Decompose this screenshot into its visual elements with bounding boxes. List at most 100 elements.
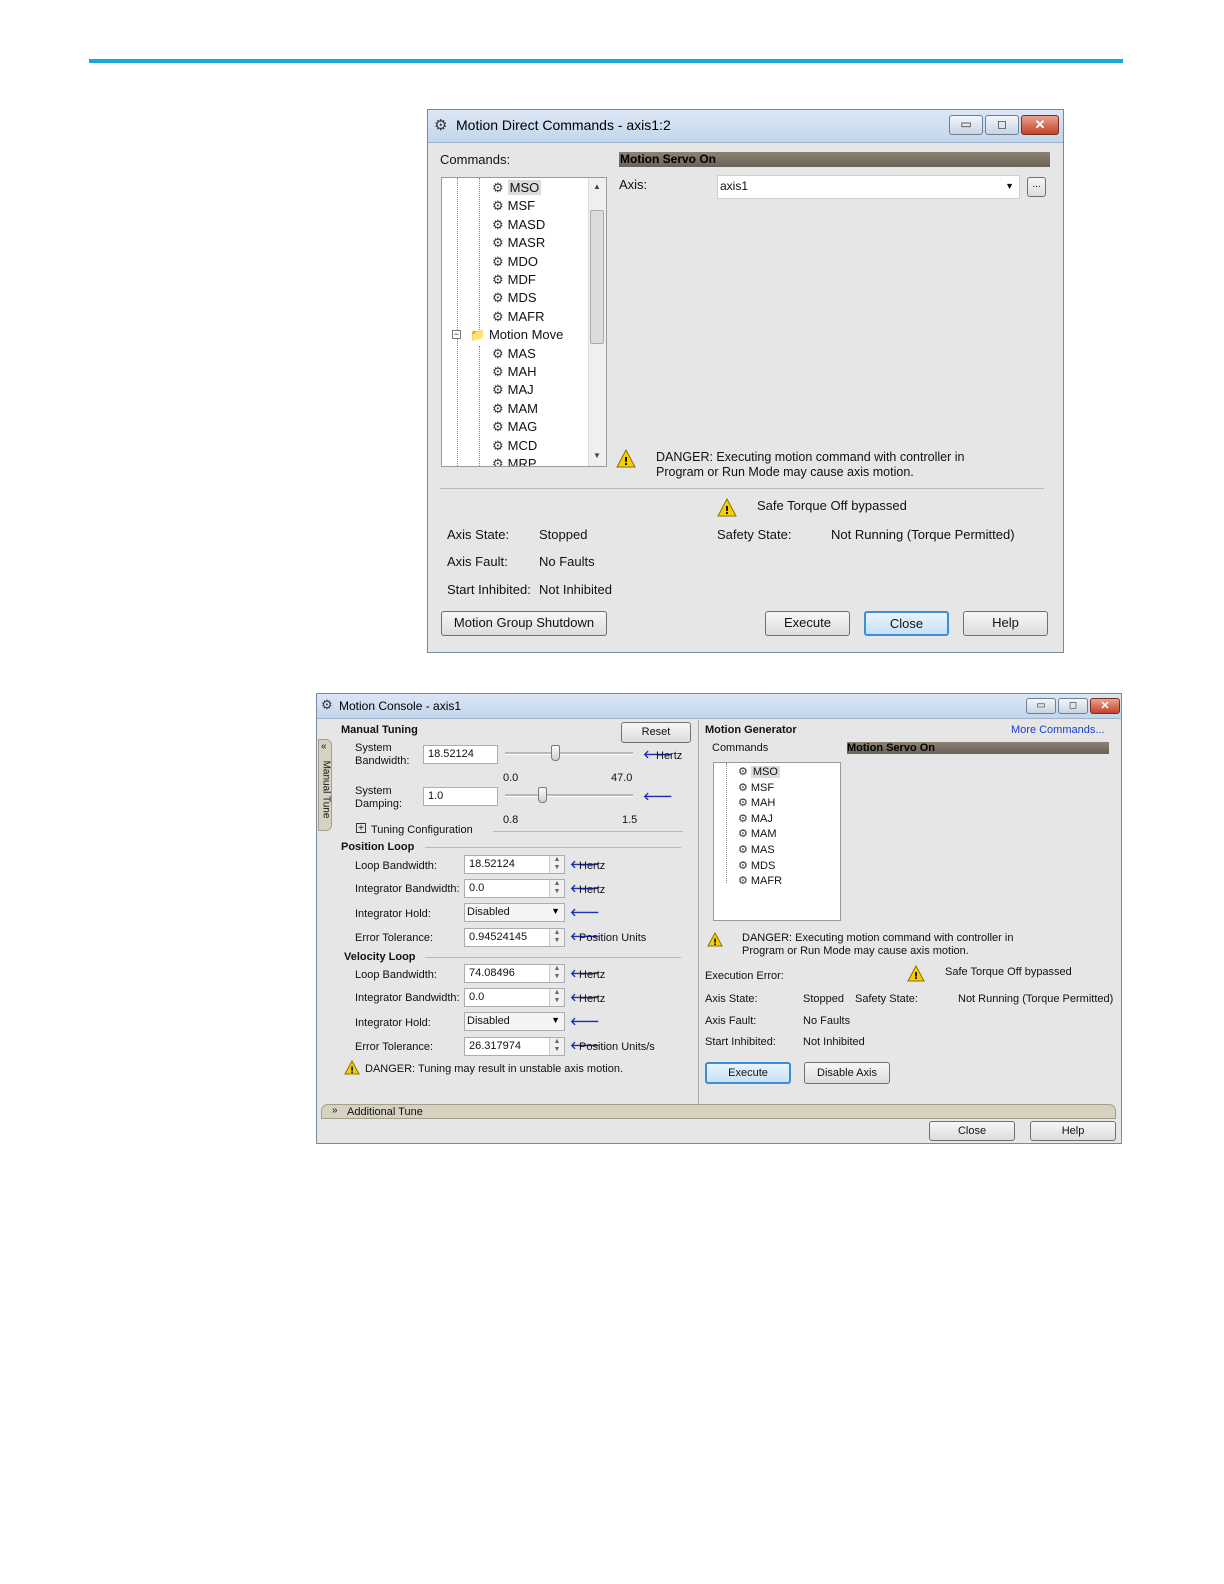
- axis-fault-label: Axis Fault:: [447, 554, 508, 569]
- tree-item-label: MDS: [507, 290, 537, 306]
- system-bandwidth-label: System: [355, 742, 392, 754]
- disable-axis-button[interactable]: Disable Axis: [804, 1062, 890, 1084]
- axis-select[interactable]: axis1 ▼: [717, 175, 1020, 199]
- scroll-up-icon[interactable]: ▲: [593, 182, 601, 191]
- commands-list[interactable]: ⚙ MSO ⚙ MSF ⚙ MAH ⚙ MAJ ⚙ MAM ⚙ MAS ⚙ MDS ⚙ MAFR: [713, 762, 841, 921]
- system-bandwidth-slider-track[interactable]: [505, 752, 633, 755]
- system-bandwidth-input[interactable]: 18.52124: [423, 745, 498, 764]
- execute-button[interactable]: Execute: [705, 1062, 791, 1084]
- tree-item[interactable]: ⚙ MAJ: [492, 381, 534, 399]
- vel-loop-bandwidth-input[interactable]: 74.08496 ▲ ▼: [464, 964, 565, 983]
- tree-folder[interactable]: 📁 Motion Move: [470, 326, 563, 344]
- help-button[interactable]: Help: [1030, 1121, 1116, 1141]
- commands-tree[interactable]: ⚙ MSO ⚙ MSF ⚙ MASD ⚙ MASR ⚙ MDO ⚙ MDF ⚙ MDS ⚙ MAFR − 📁 Mot…: [441, 177, 607, 467]
- close-button[interactable]: Close: [864, 611, 949, 636]
- motion-group-shutdown-button[interactable]: Motion Group Shutdown: [441, 611, 607, 636]
- system-bandwidth-slider-thumb[interactable]: [550, 745, 560, 761]
- vel-integrator-hold-select[interactable]: Disabled ▼: [464, 1012, 565, 1031]
- scroll-down-icon[interactable]: ▼: [593, 451, 601, 460]
- vel-integrator-bandwidth-input[interactable]: 0.0 ▲ ▼: [464, 988, 565, 1007]
- tree-item[interactable]: ⚙ MRP: [492, 455, 537, 466]
- system-damping-input[interactable]: 1.0: [423, 787, 498, 806]
- divider: [425, 957, 681, 958]
- spinner-icon[interactable]: ▲ ▼: [549, 1038, 564, 1055]
- manual-tune-side-tab[interactable]: « Manual Tune: [318, 739, 332, 831]
- system-damping-slider-track[interactable]: [505, 794, 633, 797]
- tree-item[interactable]: ⚙ MSF: [492, 197, 535, 215]
- vel-error-tolerance-input[interactable]: 26.317974 ▲ ▼: [464, 1037, 565, 1056]
- tree-item[interactable]: ⚙ MDO: [492, 253, 538, 271]
- tree-item[interactable]: ⚙ MAFR: [492, 308, 545, 326]
- spinner-icon[interactable]: ▲ ▼: [549, 929, 564, 946]
- motion-generator-heading: Motion Generator: [705, 724, 797, 736]
- arrow-left-icon: 🡐: [570, 1016, 600, 1028]
- command-list-item[interactable]: ⚙ MAH: [738, 796, 775, 811]
- reset-button[interactable]: Reset: [621, 722, 691, 743]
- spinner-icon[interactable]: ▲ ▼: [549, 856, 564, 873]
- close-window-button[interactable]: ✕: [1021, 115, 1059, 135]
- divider: [440, 488, 1044, 489]
- command-list-item[interactable]: ⚙ MSO: [738, 765, 780, 780]
- tree-item[interactable]: ⚙ MASR: [492, 234, 545, 252]
- spinner-icon[interactable]: ▲ ▼: [549, 965, 564, 982]
- maximize-icon: ◻: [1068, 700, 1078, 711]
- axis-browse-button[interactable]: ...: [1027, 177, 1046, 197]
- tree-item[interactable]: ⚙ MAS: [492, 345, 536, 363]
- pos-error-tolerance-label: Error Tolerance:: [355, 932, 434, 944]
- command-list-item[interactable]: ⚙ MSF: [738, 781, 774, 796]
- minimize-button[interactable]: ▭: [1026, 698, 1056, 714]
- help-button[interactable]: Help: [963, 611, 1048, 636]
- more-commands-link[interactable]: More Commands...: [1011, 724, 1105, 736]
- tree-scrollbar[interactable]: ▲ ▼: [588, 178, 606, 466]
- expand-icon[interactable]: +: [356, 823, 366, 834]
- pos-integrator-hold-select[interactable]: Disabled ▼: [464, 903, 565, 922]
- tree-item[interactable]: ⚙ MDF: [492, 271, 536, 289]
- maximize-button[interactable]: ◻: [985, 115, 1019, 135]
- chevron-down-icon: ▼: [551, 906, 560, 916]
- tree-item[interactable]: ⚙ MAH: [492, 363, 537, 381]
- maximize-button[interactable]: ◻: [1058, 698, 1088, 714]
- pos-integrator-hold-value: Disabled: [467, 906, 510, 918]
- tree-item[interactable]: ⚙ MDS: [492, 289, 537, 307]
- command-list-item[interactable]: ⚙ MDS: [738, 859, 775, 874]
- vel-loop-bandwidth-unit: Hertz: [579, 969, 606, 981]
- execute-button[interactable]: Execute: [765, 611, 850, 636]
- sto-warning-icon: !: [907, 965, 925, 982]
- command-list-item[interactable]: ⚙ MAFR: [738, 874, 782, 889]
- tree-item[interactable]: ⚙ MCD: [492, 437, 537, 455]
- title-bar[interactable]: ⚙ Motion Console - axis1 ▭ ◻ ✕: [317, 694, 1121, 719]
- tree-item-label: MSO: [507, 180, 542, 195]
- minimize-button[interactable]: ▭: [949, 115, 983, 135]
- pos-loop-bandwidth-input[interactable]: 18.52124 ▲ ▼: [464, 855, 565, 874]
- tree-item[interactable]: ⚙ MAM: [492, 400, 538, 418]
- spinner-icon[interactable]: ▲ ▼: [549, 880, 564, 897]
- command-list-item[interactable]: ⚙ MAS: [738, 843, 775, 858]
- tree-item[interactable]: ⚙ MAG: [492, 418, 537, 436]
- axis-state-label: Axis State:: [447, 527, 510, 542]
- title-bar[interactable]: ⚙ Motion Direct Commands - axis1:2 ▭ ◻ ✕: [428, 110, 1063, 143]
- close-button[interactable]: Close: [929, 1121, 1015, 1141]
- start-inhibited-label: Start Inhibited:: [447, 582, 531, 597]
- tuning-configuration-label[interactable]: Tuning Configuration: [371, 824, 473, 836]
- vel-integrator-bandwidth-unit: Hertz: [579, 993, 606, 1005]
- tree-item[interactable]: ⚙ MSO: [492, 179, 542, 197]
- tuning-danger-message: DANGER: Tuning may result in unstable ax…: [365, 1063, 624, 1075]
- tree-item[interactable]: ⚙ MASD: [492, 216, 545, 234]
- spinner-icon[interactable]: ▲ ▼: [549, 989, 564, 1006]
- tree-item-label: Motion Move: [488, 327, 564, 343]
- arrow-left-icon: 🡐: [570, 907, 600, 919]
- vel-integrator-bandwidth-value: 0.0: [469, 991, 485, 1003]
- scroll-thumb[interactable]: [590, 210, 604, 344]
- close-window-button[interactable]: ✕: [1090, 698, 1120, 714]
- system-bandwidth-unit: Hertz: [656, 750, 683, 762]
- system-damping-slider-thumb[interactable]: [538, 787, 548, 803]
- pos-integrator-bandwidth-input[interactable]: 0.0 ▲ ▼: [464, 879, 565, 898]
- collapse-icon[interactable]: −: [452, 330, 461, 340]
- command-list-item[interactable]: ⚙ MAJ: [738, 812, 773, 827]
- start-inhibited-value: Not Inhibited: [539, 582, 612, 597]
- additional-tune-bar[interactable]: » Additional Tune: [321, 1104, 1116, 1119]
- tree-item-label: MDO: [507, 253, 538, 269]
- motion-command-icon: ⚙: [738, 781, 748, 794]
- pos-error-tolerance-input[interactable]: 0.94524145 ▲ ▼: [464, 928, 565, 947]
- command-list-item[interactable]: ⚙ MAM: [738, 827, 777, 842]
